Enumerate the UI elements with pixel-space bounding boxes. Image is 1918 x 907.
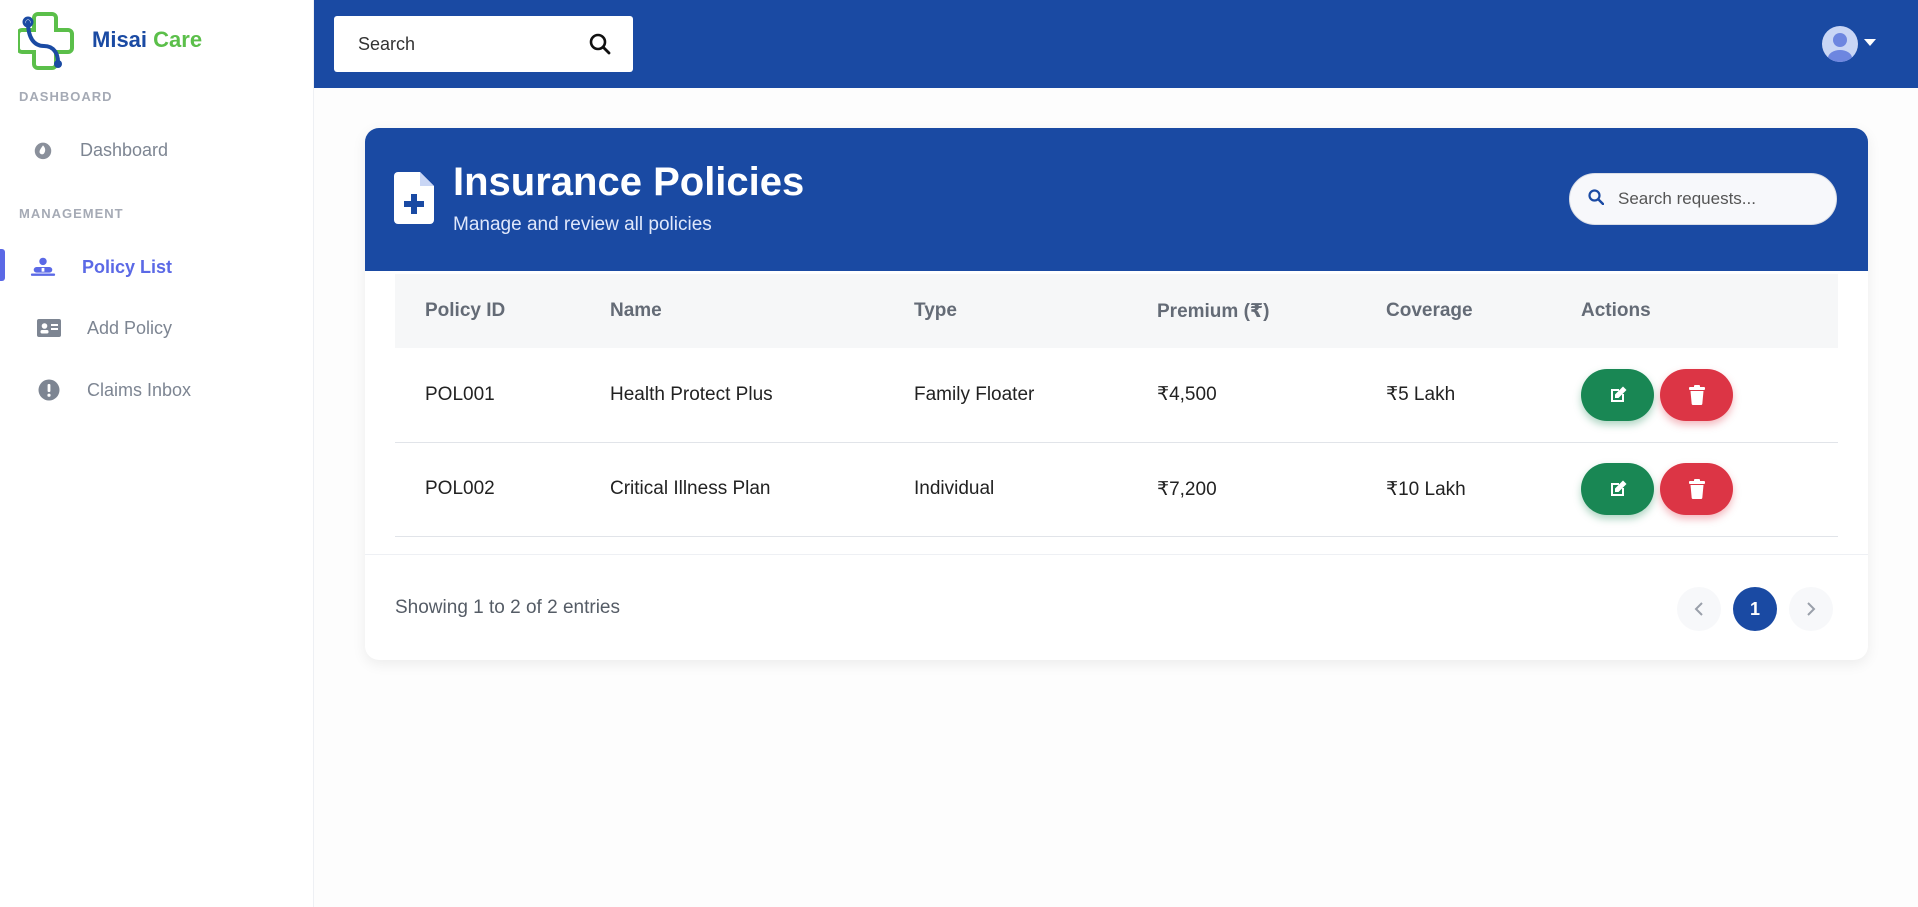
policies-table: Policy ID Name Type Premium (₹) Coverage…	[395, 274, 1838, 537]
sidebar-item-claims-inbox[interactable]: Claims Inbox	[0, 368, 313, 412]
patient-icon	[30, 254, 56, 280]
sidebar-item-label: Claims Inbox	[87, 379, 192, 400]
edit-button[interactable]	[1581, 463, 1654, 515]
sidebar-item-label: Add Policy	[87, 317, 173, 338]
sidebar-item-policy-list[interactable]: Policy List	[0, 245, 313, 289]
pagination-page-1[interactable]: 1	[1733, 587, 1777, 631]
edit-button[interactable]	[1581, 368, 1654, 421]
brand-name: Misai Care	[92, 27, 202, 53]
cell-type: Individual	[884, 442, 1127, 537]
cell-actions	[1551, 442, 1838, 537]
brand-name-part2: Care	[153, 27, 203, 52]
trash-icon	[1688, 479, 1705, 499]
edit-icon	[1610, 480, 1626, 496]
sidebar-section-management: MANAGEMENT	[19, 206, 124, 221]
user-avatar[interactable]	[1822, 26, 1858, 62]
sidebar-section-dashboard: DASHBOARD	[19, 89, 113, 104]
search-icon[interactable]	[589, 33, 611, 60]
sidebar-item-label: Dashboard	[80, 139, 169, 160]
cell-name: Critical Illness Plan	[580, 442, 884, 537]
column-header-coverage: Coverage	[1356, 274, 1551, 348]
top-navbar	[314, 0, 1918, 88]
cell-policy-id: POL002	[395, 442, 580, 537]
top-search-box	[334, 16, 633, 72]
flame-icon	[30, 137, 56, 163]
brand-logo[interactable]: Misai Care	[18, 8, 202, 72]
cell-premium: ₹7,200	[1127, 442, 1356, 537]
alert-circle-icon	[36, 377, 62, 403]
cell-coverage: ₹5 Lakh	[1356, 348, 1551, 443]
pagination-next-button[interactable]	[1789, 587, 1833, 631]
sidebar: Misai Care DASHBOARD Dashboard MANAGEMEN…	[0, 0, 314, 907]
medical-file-icon	[394, 172, 434, 229]
request-search-box	[1569, 173, 1837, 225]
sidebar-item-label: Policy List	[82, 256, 173, 277]
chevron-down-icon[interactable]	[1864, 39, 1876, 46]
column-header-name: Name	[580, 274, 884, 348]
pagination-prev-button[interactable]	[1677, 587, 1721, 631]
page-title: Insurance Policies	[453, 160, 805, 204]
column-header-type: Type	[884, 274, 1127, 348]
cell-name: Health Protect Plus	[580, 348, 884, 443]
column-header-actions: Actions	[1551, 274, 1838, 348]
chevron-right-icon	[1807, 602, 1816, 616]
search-icon	[1588, 188, 1605, 210]
chevron-left-icon	[1694, 602, 1703, 616]
sidebar-item-dashboard[interactable]: Dashboard	[0, 128, 313, 172]
cell-policy-id: POL001	[395, 348, 580, 443]
request-search-input[interactable]	[1618, 189, 1818, 209]
table-row: POL001 Health Protect Plus Family Floate…	[395, 348, 1838, 443]
edit-icon	[1610, 386, 1626, 402]
entries-summary: Showing 1 to 2 of 2 entries	[395, 597, 620, 618]
column-header-premium: Premium (₹)	[1127, 274, 1356, 348]
cell-coverage: ₹10 Lakh	[1356, 442, 1551, 537]
policies-card: Insurance Policies Manage and review all…	[365, 128, 1868, 660]
cell-premium: ₹4,500	[1127, 348, 1356, 443]
cell-actions	[1551, 348, 1838, 443]
delete-button[interactable]	[1660, 368, 1733, 421]
trash-icon	[1688, 384, 1705, 405]
brand-name-part1: Misai	[92, 27, 148, 52]
sidebar-item-add-policy[interactable]: Add Policy	[0, 306, 313, 350]
table-row: POL002 Critical Illness Plan Individual …	[395, 442, 1838, 537]
top-search-input[interactable]	[358, 33, 568, 55]
cell-type: Family Floater	[884, 348, 1127, 443]
delete-button[interactable]	[1660, 463, 1733, 515]
column-header-policy-id: Policy ID	[395, 274, 580, 348]
medical-cross-logo-icon	[18, 12, 74, 70]
table-footer: Showing 1 to 2 of 2 entries 1	[365, 554, 1868, 660]
page-subtitle: Manage and review all policies	[453, 214, 712, 235]
id-card-icon	[36, 315, 62, 341]
card-header: Insurance Policies Manage and review all…	[365, 128, 1868, 271]
table-header-row: Policy ID Name Type Premium (₹) Coverage…	[395, 274, 1838, 348]
